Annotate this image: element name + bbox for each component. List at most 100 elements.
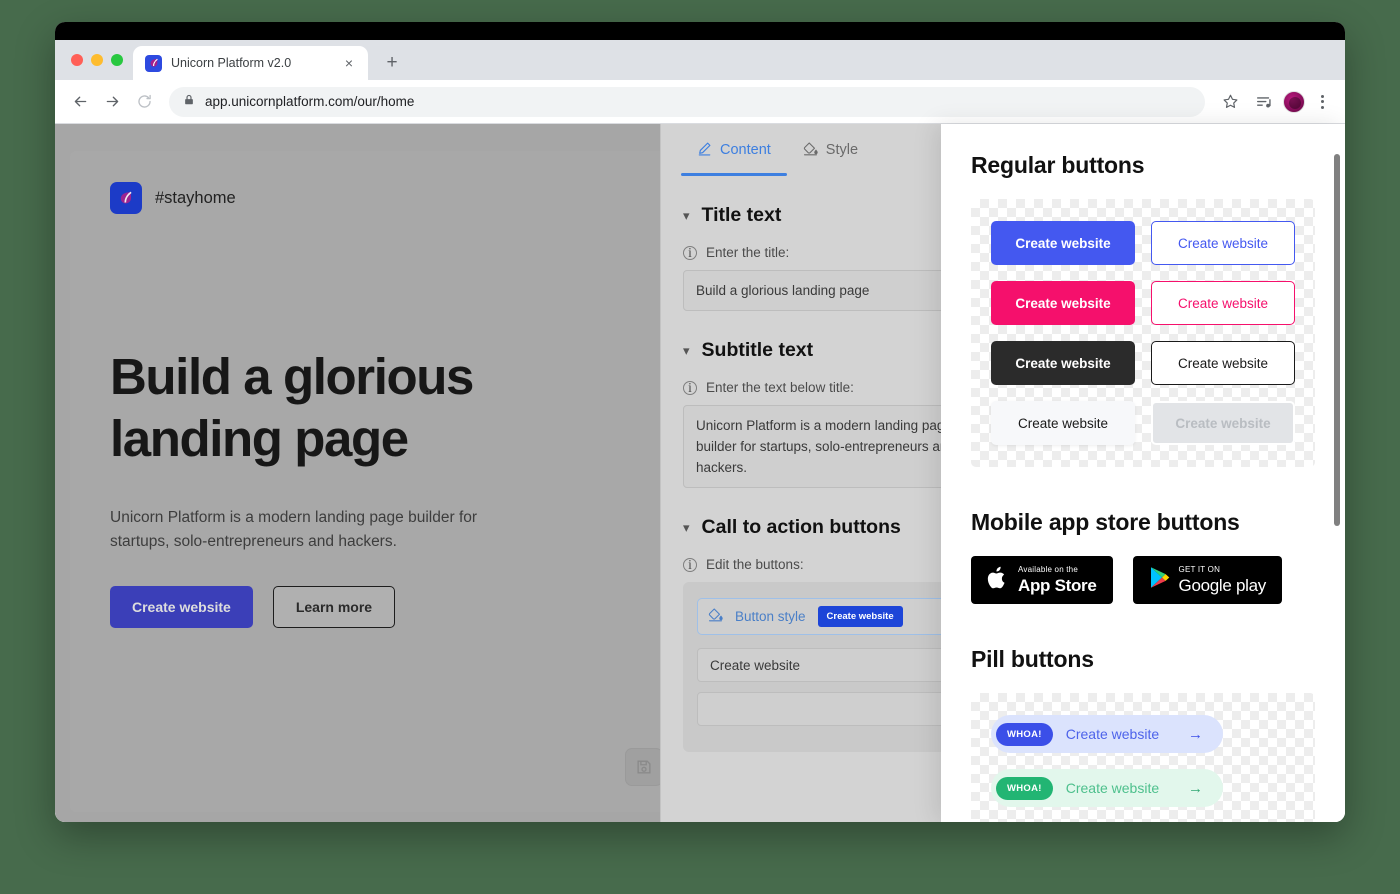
paint-bucket-icon <box>708 607 723 627</box>
app-body: #stayhome Build a glorious landing page … <box>55 124 1345 822</box>
regular-buttons-heading: Regular buttons <box>971 152 1145 178</box>
hero-subtitle: Unicorn Platform is a modern landing pag… <box>110 509 478 550</box>
pill-label: Create website <box>1065 726 1160 742</box>
kebab-menu-icon[interactable] <box>1309 89 1335 115</box>
arrow-right-icon: → <box>1188 779 1203 797</box>
tab-style-label: Style <box>825 142 859 158</box>
pencil-icon <box>697 141 712 160</box>
reload-icon[interactable] <box>129 87 159 117</box>
section-cta-buttons: ▾ Call to action buttons i Edit the butt… <box>683 516 946 752</box>
paint-bucket-icon <box>803 141 818 160</box>
mobile-store-buttons-heading: Mobile app store buttons <box>971 509 1240 535</box>
browser-toolbar: app.unicornplatform.com/our/home <box>55 80 1345 124</box>
avatar[interactable] <box>1283 90 1305 113</box>
section-header[interactable]: ▾ Call to action buttons <box>683 516 924 539</box>
cta-url-input[interactable] <box>697 692 946 726</box>
section-title: Title text <box>701 204 782 226</box>
style-button-blue-outline[interactable]: Create website <box>1151 221 1295 265</box>
browser-tab[interactable]: Unicorn Platform v2.0 × <box>133 46 368 80</box>
title-input[interactable]: Build a glorious landing page <box>683 270 946 311</box>
info-icon: i <box>683 557 697 572</box>
info-icon: i <box>683 245 697 260</box>
save-disk-icon[interactable] <box>625 748 660 786</box>
section-title: Call to action buttons <box>701 516 901 538</box>
learn-more-button[interactable]: Learn more <box>272 586 396 628</box>
field-hint: i Enter the title: <box>683 245 924 260</box>
back-arrow-icon[interactable] <box>65 87 95 117</box>
window-traffic-lights <box>67 40 133 80</box>
close-tab-icon[interactable]: × <box>340 54 358 72</box>
field-hint: i Edit the buttons: <box>683 557 924 572</box>
tab-style[interactable]: Style <box>787 124 874 176</box>
browser-window: Unicorn Platform v2.0 × + app.unicornpla… <box>55 22 1345 822</box>
pill-button-blue[interactable]: WHOA! Create website → <box>991 715 1223 753</box>
style-button-pink-fill[interactable]: Create website <box>991 281 1135 325</box>
tab-title: Unicorn Platform v2.0 <box>171 56 292 70</box>
arrow-right-icon: → <box>1188 725 1203 743</box>
close-window-button[interactable] <box>71 54 83 66</box>
desktop-background: Unicorn Platform v2.0 × + app.unicornpla… <box>0 0 1400 894</box>
button-style-selector[interactable]: Button style Create website <box>697 598 946 635</box>
brand-name: #stayhome <box>155 188 236 207</box>
style-button-blue-fill[interactable]: Create website <box>991 221 1135 265</box>
pill-badge: WHOA! <box>996 776 1053 800</box>
app-store-button[interactable]: Available on the App Store <box>971 556 1113 604</box>
forward-arrow-icon[interactable] <box>97 87 127 117</box>
chevron-down-icon: ▾ <box>683 520 690 535</box>
new-tab-button[interactable]: + <box>378 49 406 77</box>
tab-content[interactable]: Content <box>681 124 787 176</box>
pill-label: Create website <box>1065 780 1160 796</box>
style-button-white-fill[interactable]: Create website <box>991 401 1135 445</box>
mobile-store-buttons-group: Available on the App Store GET IT ON Goo… <box>971 556 1315 604</box>
section-header[interactable]: ▾ Title text <box>683 204 924 227</box>
style-button-gray-fill[interactable]: Create website <box>1151 401 1295 445</box>
field-hint-label: Enter the title: <box>706 245 790 260</box>
google-play-big-label: Google play <box>1178 576 1267 595</box>
pill-badge: WHOA! <box>996 722 1053 746</box>
section-subtitle-text: ▾ Subtitle text i Enter the text below t… <box>683 339 946 488</box>
address-bar[interactable]: app.unicornplatform.com/our/home <box>169 86 1205 117</box>
cta-label-input[interactable]: Create website <box>697 648 946 682</box>
page-title: Build a glorious landing page <box>110 348 474 467</box>
toolbar-right-actions <box>1215 87 1335 117</box>
button-styles-panel: Regular buttons Create website Create we… <box>941 124 1345 822</box>
info-icon: i <box>683 380 697 395</box>
lock-icon <box>183 93 195 111</box>
section-header[interactable]: ▾ Subtitle text <box>683 339 924 362</box>
site-preview: #stayhome Build a glorious landing page … <box>55 124 660 822</box>
style-button-pink-outline[interactable]: Create website <box>1151 281 1295 325</box>
star-icon[interactable] <box>1215 87 1245 117</box>
button-style-preview-chip: Create website <box>817 606 903 627</box>
subtitle-input[interactable]: Unicorn Platform is a modern landing pag… <box>683 405 946 488</box>
chevron-down-icon: ▾ <box>683 343 690 358</box>
cta-editor-box: Button style Create website Create websi… <box>683 582 946 752</box>
section-title-text: ▾ Title text i Enter the title: Build a … <box>683 204 946 311</box>
field-hint-label: Enter the text below title: <box>706 380 854 395</box>
tab-content-label: Content <box>720 142 771 158</box>
field-hint: i Enter the text below title: <box>683 380 924 395</box>
editor-panel: Content Style ▾ Title text i Enter the t… <box>660 124 946 822</box>
hero-cta-group: Create website Learn more <box>110 586 396 628</box>
minimize-window-button[interactable] <box>91 54 103 66</box>
section-title: Subtitle text <box>701 339 814 361</box>
google-play-small-label: GET IT ON <box>1178 565 1221 574</box>
google-play-button[interactable]: GET IT ON Google play <box>1132 556 1282 604</box>
maximize-window-button[interactable] <box>111 54 123 66</box>
url-text: app.unicornplatform.com/our/home <box>205 94 415 109</box>
pill-buttons-group: WHOA! Create website → WHOA! Create webs… <box>971 693 1315 822</box>
google-play-icon <box>1149 566 1170 594</box>
apple-icon <box>987 565 1009 596</box>
unicorn-logo-icon <box>145 54 162 72</box>
editor-tabs: Content Style <box>661 124 946 182</box>
style-button-dark-fill[interactable]: Create website <box>991 341 1135 385</box>
preview-brand: #stayhome <box>110 182 236 214</box>
create-website-button[interactable]: Create website <box>110 586 253 628</box>
pill-button-green[interactable]: WHOA! Create website → <box>991 769 1223 807</box>
button-style-label: Button style <box>735 609 806 624</box>
unicorn-logo-icon <box>110 182 142 214</box>
editor-sections: ▾ Title text i Enter the title: Build a … <box>661 182 946 752</box>
playlist-icon[interactable] <box>1249 87 1279 117</box>
panel-scrollbar[interactable] <box>1334 154 1340 526</box>
style-button-dark-outline[interactable]: Create website <box>1151 341 1295 385</box>
preview-canvas <box>70 151 660 812</box>
